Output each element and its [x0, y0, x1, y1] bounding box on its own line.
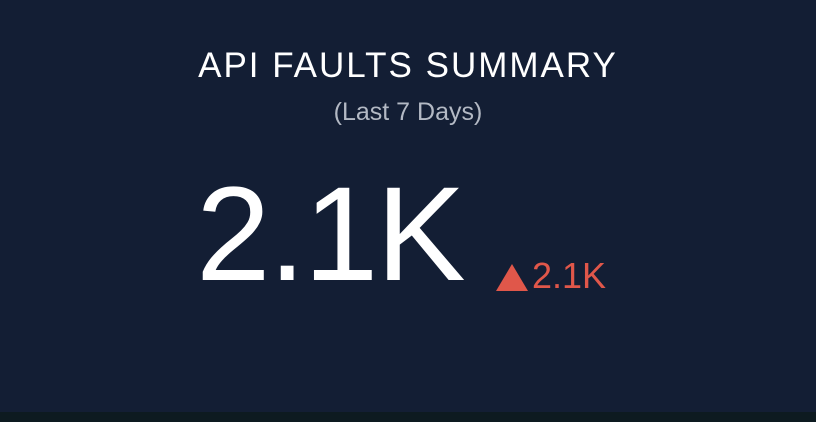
metric-delta: 2.1K: [496, 256, 606, 296]
triangle-up-icon: [496, 263, 528, 291]
api-faults-summary-widget: API FAULTS SUMMARY (Last 7 Days) 2.1K 2.…: [0, 0, 816, 412]
metric-value: 2.1K: [196, 160, 466, 309]
widget-subtitle: (Last 7 Days): [333, 98, 483, 126]
metric-delta-value: 2.1K: [532, 255, 607, 296]
widget-title: API FAULTS SUMMARY: [198, 46, 618, 85]
bottom-strip: [0, 412, 816, 422]
